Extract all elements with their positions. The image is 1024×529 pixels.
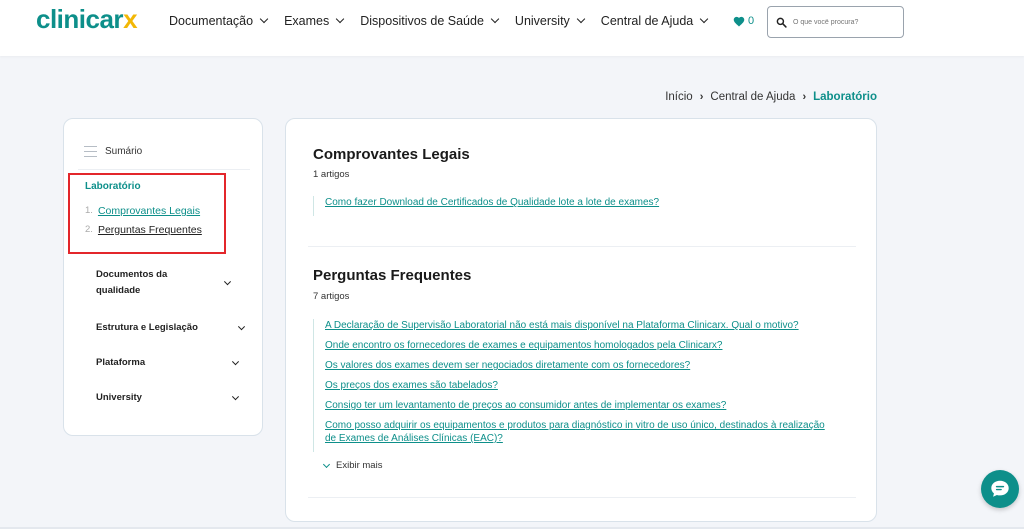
list-icon (84, 146, 97, 157)
sidebar-link-comprovantes[interactable]: Comprovantes Legais (98, 205, 200, 217)
search-input[interactable] (793, 18, 893, 26)
sidebar-item-perguntas[interactable]: 2. Perguntas Frequentes (85, 224, 202, 236)
search-box[interactable] (767, 6, 904, 38)
divider (308, 246, 856, 247)
show-more-button[interactable]: Exibir mais (322, 460, 382, 471)
nav-documentacao[interactable]: Documentação (169, 14, 269, 28)
article-link[interactable]: Os valores dos exames devem ser negociad… (325, 359, 853, 372)
section-title[interactable]: Perguntas Frequentes (313, 267, 471, 284)
favorites-count: 0 (748, 15, 755, 27)
article-count: 7 artigos (313, 291, 350, 302)
divider (308, 497, 856, 498)
clinicarx-logo[interactable]: clinicarx (36, 4, 138, 35)
sidebar-item-comprovantes[interactable]: 1. Comprovantes Legais (85, 205, 200, 217)
nav-university[interactable]: University (515, 14, 586, 28)
chevron-down-icon (223, 278, 232, 286)
search-icon (776, 17, 787, 28)
sidebar-section-plataforma[interactable]: Plataforma (96, 355, 240, 371)
favorites-button[interactable]: 0 (733, 15, 754, 27)
summary-header: Sumário (84, 146, 142, 157)
section-title[interactable]: Comprovantes Legais (313, 146, 470, 163)
summary-label: Sumário (105, 146, 143, 157)
chat-bubble-icon (991, 480, 1009, 497)
chat-button[interactable] (981, 470, 1019, 508)
sidebar-section-documentos[interactable]: Documentos da qualidade (96, 267, 232, 299)
main-nav: Documentação Exames Dispositivos de Saúd… (169, 14, 724, 28)
chevron-right-icon: › (699, 91, 704, 103)
sidebar-section-estrutura[interactable]: Estrutura e Legislação (96, 320, 246, 336)
chevron-down-icon (322, 460, 331, 468)
chevron-down-icon (576, 14, 586, 24)
article-link[interactable]: Como fazer Download de Certificados de Q… (325, 196, 659, 209)
chevron-down-icon (259, 14, 269, 24)
heart-icon (733, 16, 745, 26)
article-link[interactable]: Onde encontro os fornecedores de exames … (325, 339, 853, 352)
article-list: Como fazer Download de Certificados de Q… (313, 196, 659, 216)
chevron-right-icon: › (802, 91, 807, 103)
active-category-title[interactable]: Laboratório (85, 181, 141, 192)
chevron-down-icon (699, 14, 709, 24)
sidebar-section-university[interactable]: University (96, 390, 240, 406)
chevron-down-icon (237, 323, 246, 331)
article-link[interactable]: Consigo ter um levantamento de preços ao… (325, 399, 853, 412)
chevron-down-icon (231, 358, 240, 366)
nav-exames[interactable]: Exames (284, 14, 345, 28)
chevron-down-icon (335, 14, 345, 24)
main-content: Comprovantes Legais 1 artigos Como fazer… (285, 118, 877, 522)
article-link[interactable]: A Declaração de Supervisão Laboratorial … (325, 319, 853, 332)
divider (78, 169, 250, 170)
breadcrumb-current: Laboratório (813, 91, 877, 103)
article-count: 1 artigos (313, 169, 350, 180)
breadcrumb-home[interactable]: Início (665, 91, 693, 103)
top-header: clinicarx Documentação Exames Dispositiv… (0, 0, 1024, 56)
article-list: A Declaração de Supervisão Laboratorial … (313, 319, 853, 452)
nav-central-ajuda[interactable]: Central de Ajuda (601, 14, 709, 28)
article-link[interactable]: Como posso adquirir os equipamentos e pr… (325, 419, 835, 445)
article-link[interactable]: Os preços dos exames são tabelados? (325, 379, 853, 392)
breadcrumb-parent[interactable]: Central de Ajuda (710, 91, 795, 103)
chevron-down-icon (231, 393, 240, 401)
nav-dispositivos[interactable]: Dispositivos de Saúde (360, 14, 500, 28)
breadcrumb: Início › Central de Ajuda › Laboratório (665, 91, 877, 103)
sidebar-link-perguntas[interactable]: Perguntas Frequentes (98, 224, 202, 236)
sidebar: Sumário Laboratório 1. Comprovantes Lega… (63, 118, 263, 436)
chevron-down-icon (490, 14, 500, 24)
